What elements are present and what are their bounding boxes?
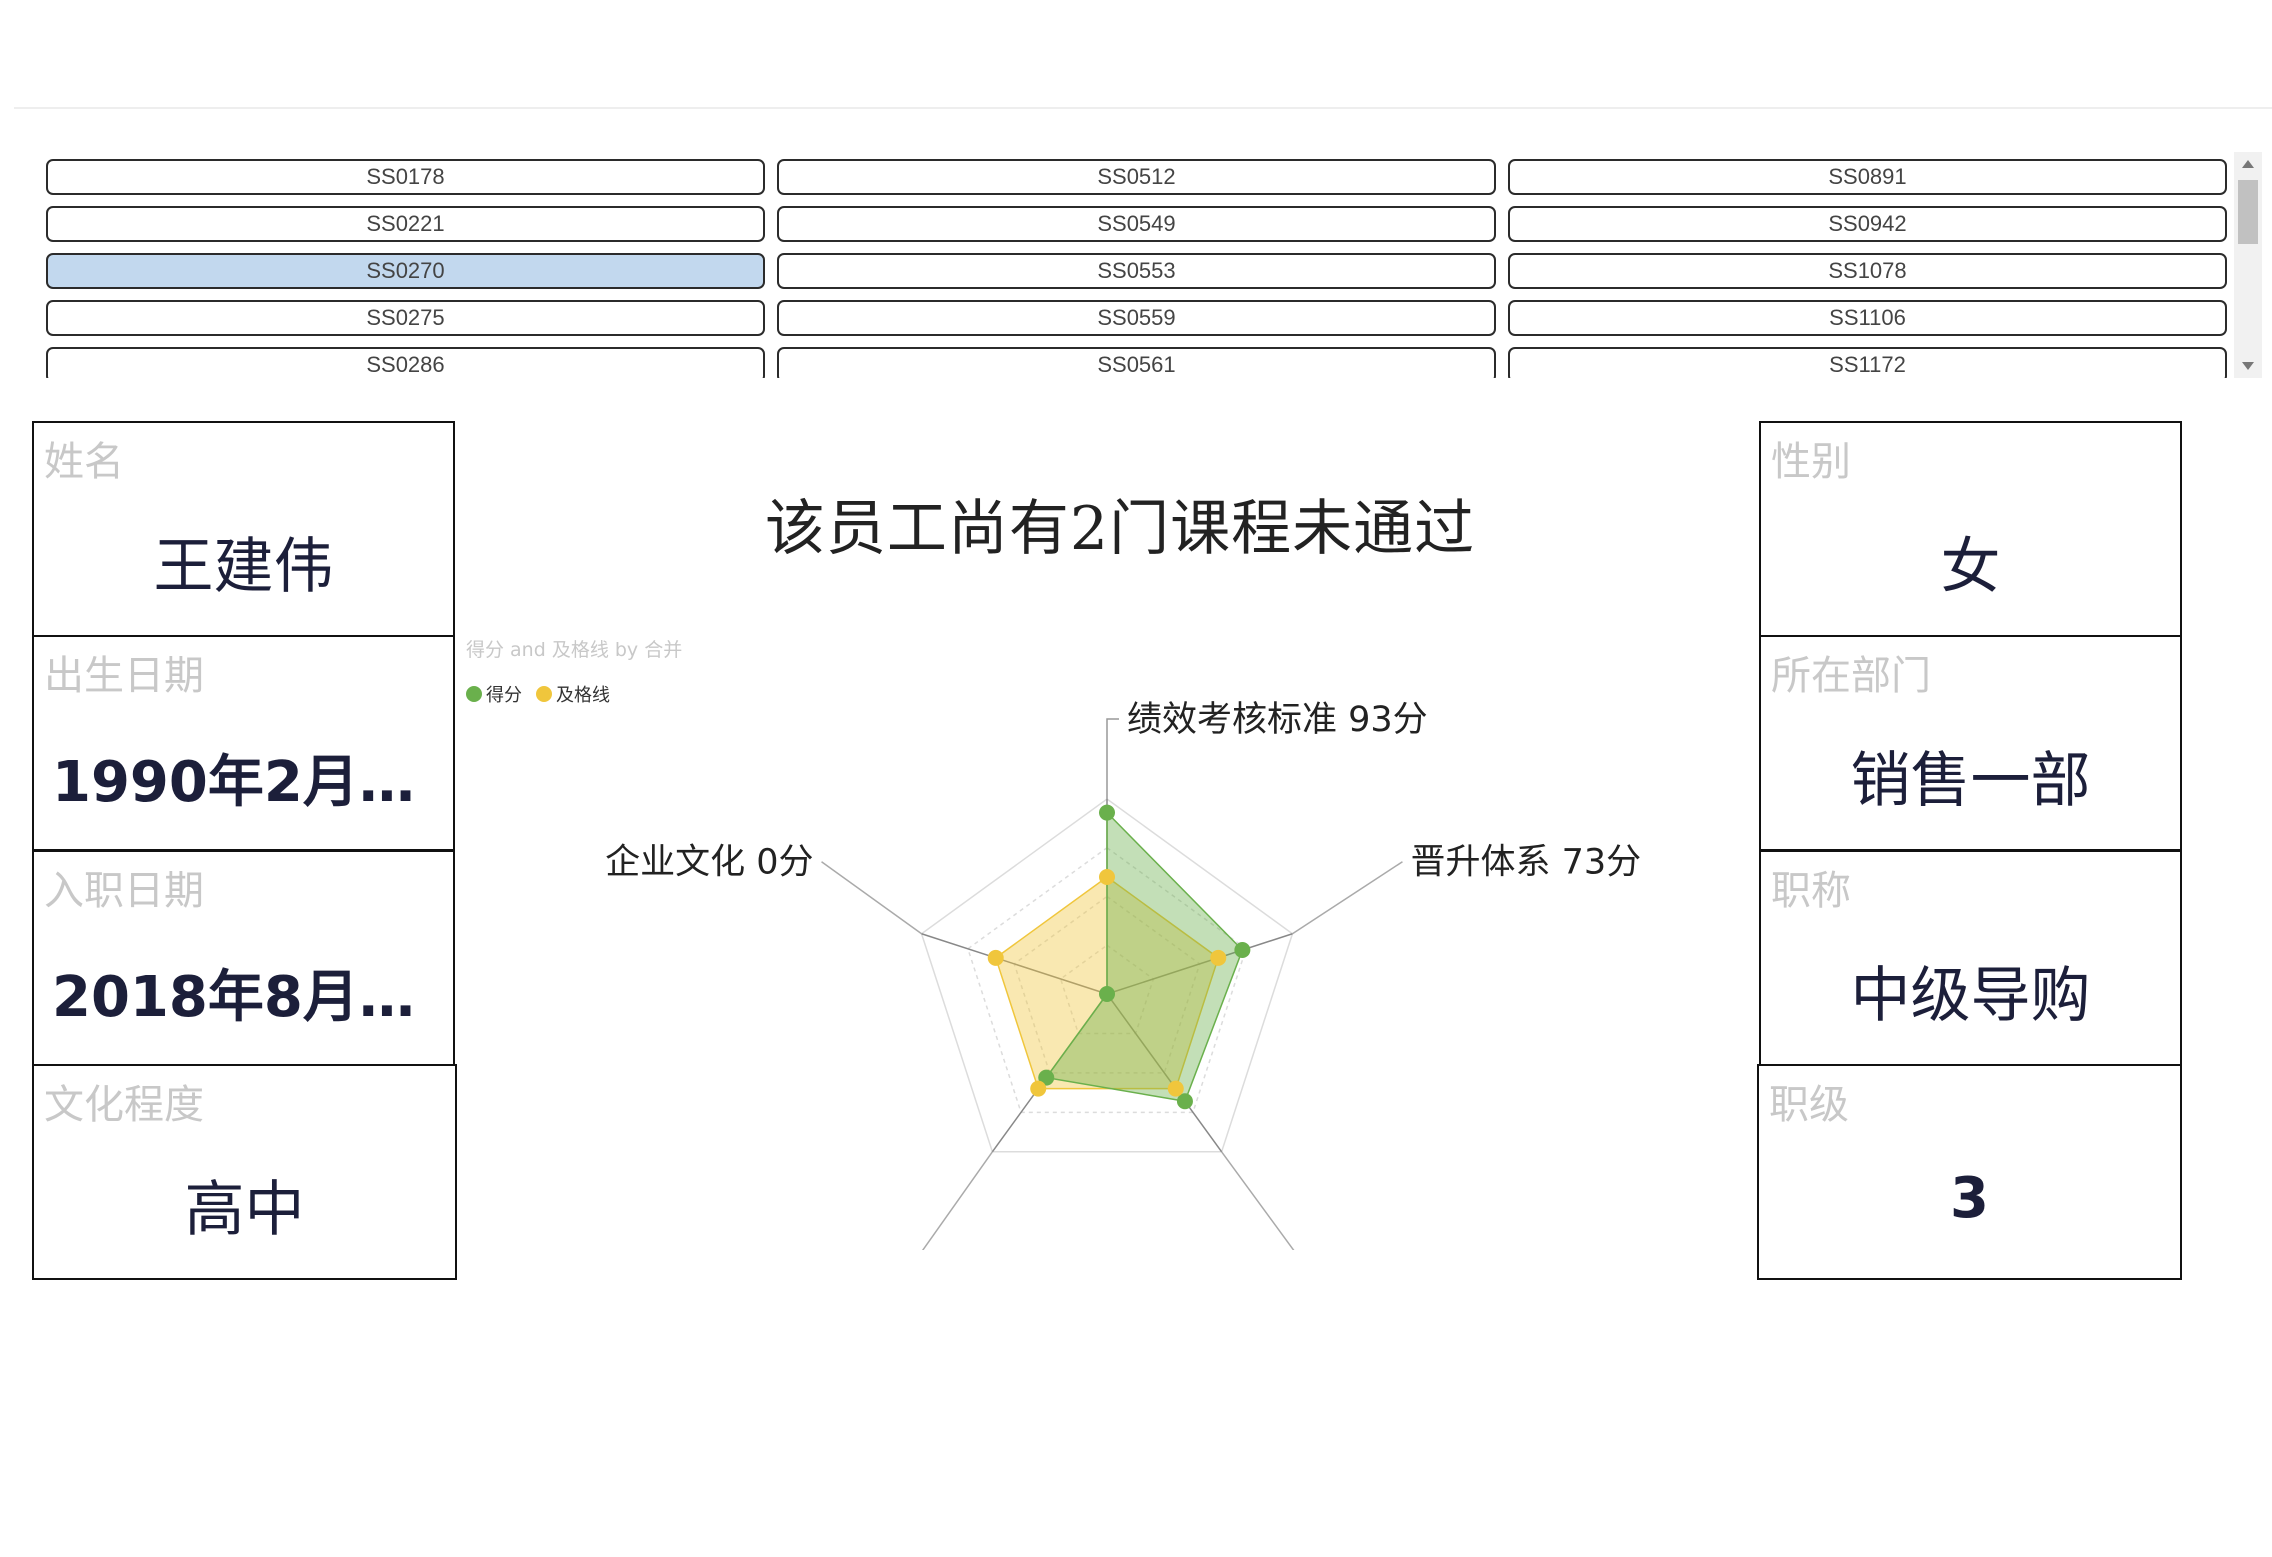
scroll-thumb[interactable]: [2238, 180, 2258, 244]
slicer-tile-ss0178[interactable]: SS0178: [46, 159, 765, 195]
slicer-tile-ss1106[interactable]: SS1106: [1508, 300, 2227, 336]
label-leader-0: [1106, 718, 1119, 799]
slicer-tile-ss0942[interactable]: SS0942: [1508, 206, 2227, 242]
chart-title: 得分 and 及格线 by 合并: [466, 639, 683, 661]
label-leader-4: [821, 861, 922, 935]
series-0-point-4: [1099, 986, 1115, 1002]
radar-chart: 绩效考核标准 93分晋升体系 73分考勤制度 68分办公系统操作 53分企业文化…: [605, 700, 1641, 1250]
hire-date-value: 2018年8月18...: [52, 965, 453, 1030]
slicer-tile-ss0270[interactable]: SS0270: [46, 253, 765, 289]
gender-value: 女: [1940, 532, 2001, 602]
score-dot-icon: [466, 686, 482, 702]
job-title-card: 职称 中级导购: [1759, 850, 2182, 1066]
slicer-tile-ss0559[interactable]: SS0559: [777, 300, 1496, 336]
education-label: 文化程度: [44, 1082, 204, 1128]
job-title-value: 中级导购: [1850, 961, 2091, 1031]
gender-card: 性别 女: [1759, 421, 2182, 637]
header-divider: [14, 107, 2272, 109]
job-level-card: 职级 3: [1757, 1064, 2182, 1280]
series-1-point-1: [1210, 949, 1227, 966]
axis-label-4: 企业文化 0分: [605, 843, 813, 883]
name-value: 王建伟: [153, 532, 334, 602]
birth-date-label: 出生日期: [44, 653, 204, 699]
series-1-point-0: [1099, 869, 1115, 885]
series-0-point-1: [1234, 942, 1251, 959]
slicer-scrollbar[interactable]: [2234, 152, 2262, 378]
birth-date-value: 1990年2月27...: [52, 750, 453, 815]
birth-date-card: 出生日期 1990年2月27...: [32, 635, 455, 851]
series-0-point-0: [1099, 804, 1115, 821]
department-card: 所在部门 销售一部: [1759, 635, 2182, 851]
pass-line-dot-icon: [536, 686, 552, 702]
employee-id-slicer[interactable]: SS0178 SS0512 SS0891 SS0221 SS0549 SS0942 SS02…: [40, 152, 2232, 378]
job-level-value: 3: [1950, 1166, 1989, 1231]
education-card: 文化程度 高中: [32, 1064, 457, 1280]
scroll-up-arrow-icon[interactable]: [2242, 160, 2254, 168]
job-level-label: 职级: [1769, 1082, 1849, 1128]
legend-score-label: 得分: [486, 685, 522, 706]
slicer-tile-ss0512[interactable]: SS0512: [777, 159, 1496, 195]
series-1-point-4: [987, 949, 1004, 966]
hire-date-card: 入职日期 2018年8月18...: [32, 850, 455, 1066]
slicer-tile-ss1172[interactable]: SS1172: [1508, 347, 2227, 378]
axis-label-0: 绩效考核标准 93分: [1127, 700, 1428, 740]
slicer-tile-ss0275[interactable]: SS0275: [46, 300, 765, 336]
slicer-tile-ss0221[interactable]: SS0221: [46, 206, 765, 242]
legend-item-score[interactable]: 得分: [466, 681, 522, 707]
department-label: 所在部门: [1771, 653, 1931, 699]
education-value: 高中: [184, 1175, 305, 1245]
slicer-tile-ss0561[interactable]: SS0561: [777, 347, 1496, 378]
series-1-point-2: [1167, 1080, 1184, 1097]
axis-label-1: 晋升体系 73分: [1410, 843, 1641, 883]
name-label: 姓名: [44, 439, 124, 485]
job-title-label: 职称: [1771, 868, 1851, 914]
slicer-tile-ss0553[interactable]: SS0553: [777, 253, 1496, 289]
hire-date-label: 入职日期: [44, 868, 204, 914]
label-leader-1: [1292, 861, 1403, 935]
label-leader-2: [1221, 1151, 1295, 1250]
slicer-tile-ss0891[interactable]: SS0891: [1508, 159, 2227, 195]
slicer-tile-ss1078[interactable]: SS1078: [1508, 253, 2227, 289]
slicer-tile-ss0549[interactable]: SS0549: [777, 206, 1496, 242]
name-card: 姓名 王建伟: [32, 421, 455, 637]
label-leader-3: [921, 1151, 993, 1250]
slicer-tile-ss0286[interactable]: SS0286: [46, 347, 765, 378]
scroll-down-arrow-icon[interactable]: [2242, 362, 2254, 370]
series-1-point-3: [1030, 1080, 1047, 1097]
gender-label: 性别: [1771, 439, 1851, 485]
department-value: 销售一部: [1850, 746, 2091, 816]
failed-courses-headline: 该员工尚有2门课程未通过: [764, 494, 1476, 564]
